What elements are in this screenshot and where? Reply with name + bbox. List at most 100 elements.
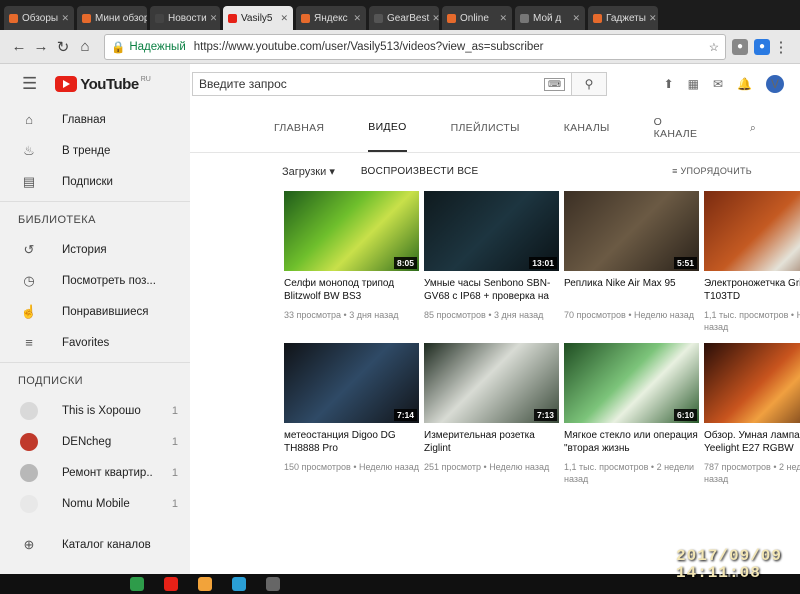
- sidebar-item[interactable]: ↺ История: [0, 234, 190, 265]
- search-button[interactable]: ⚲: [571, 72, 607, 96]
- video-title[interactable]: Умные часы Senbono SBN-GV68 с IP68 + про…: [424, 277, 559, 303]
- channel-search-icon[interactable]: ⌕: [750, 104, 756, 152]
- video-title[interactable]: Селфи монопод трипод Blitzwolf BW BS3: [284, 277, 419, 303]
- video-card[interactable]: 10:58 Обзор. Умная лампа Xiaomi Yeelight …: [704, 343, 800, 485]
- browser-tab[interactable]: Новости ✕: [150, 6, 220, 30]
- channel-tab[interactable]: КАНАЛЫ: [564, 104, 610, 152]
- video-thumbnail[interactable]: 7:14: [284, 343, 419, 423]
- photo-date: 2017/09/09: [675, 547, 782, 565]
- tab-close-icon[interactable]: ✕: [207, 13, 218, 24]
- keyboard-icon[interactable]: ⌨: [544, 77, 565, 91]
- back-icon[interactable]: ←: [8, 38, 30, 55]
- video-title[interactable]: Мягкое стекло или операция "вторая жизнь: [564, 429, 699, 455]
- notifications-bell-icon[interactable]: 🔔: [737, 77, 752, 91]
- home-button-icon[interactable]: ⌂: [74, 38, 96, 55]
- browser-tab[interactable]: Мини обзор✕: [77, 6, 147, 30]
- sidebar-item[interactable]: ♨ В тренде: [0, 135, 190, 166]
- video-card[interactable]: 5:51 Реплика Nike Air Max 95 70 просмотров…: [564, 191, 699, 333]
- channel-main: ГЛАВНАЯ ВИДЕО ПЛЕЙЛИСТЫ КАНАЛЫ О КАНАЛЕ ⌕ Заг…: [190, 104, 800, 594]
- browser-tab[interactable]: Мой д ✕: [515, 6, 585, 30]
- sidebar-item[interactable]: ☝ Понравившиеся: [0, 296, 190, 327]
- hamburger-menu-icon[interactable]: ☰: [22, 74, 37, 94]
- video-card[interactable]: 7:13 Измерительная розетка Ziglint 251 про…: [424, 343, 559, 485]
- video-thumbnail[interactable]: 6:10: [564, 343, 699, 423]
- video-duration: 5:51: [673, 257, 697, 269]
- video-title[interactable]: Реплика Nike Air Max 95: [564, 277, 699, 303]
- history-icon: ↺: [23, 241, 35, 257]
- trending-icon: ♨: [23, 142, 35, 158]
- browser-tab[interactable]: Vasily5 ✕: [223, 6, 293, 30]
- browser-tab[interactable]: Гаджеты ✕: [588, 6, 658, 30]
- tab-favicon-icon: [593, 13, 602, 23]
- video-thumbnail[interactable]: 8:05: [284, 191, 419, 271]
- tab-close-icon[interactable]: ✕: [496, 13, 507, 24]
- youtube-logo-icon[interactable]: [55, 76, 78, 92]
- sidebar-item-catalog[interactable]: ⊕ Каталог каналов: [0, 529, 190, 560]
- video-title[interactable]: Измерительная розетка Ziglint: [424, 429, 559, 455]
- sidebar-item[interactable]: ◷ Посмотреть поз...: [0, 265, 190, 296]
- youtube-logo-text[interactable]: YouTube: [80, 76, 139, 93]
- topbar-icons: ⬆ ▦ ✉ 🔔 V: [650, 75, 784, 93]
- sort-button[interactable]: ≡ УПОРЯДОЧИТЬ: [672, 166, 752, 176]
- video-card[interactable]: 7:14 метеостанция Digoo DG TH8888 Pro 150 …: [284, 343, 419, 485]
- lock-icon: 🔒: [111, 41, 126, 54]
- uploads-dropdown[interactable]: Загрузки ▾: [282, 165, 335, 178]
- forward-icon[interactable]: →: [30, 38, 52, 55]
- video-thumbnail[interactable]: 5:51: [564, 191, 699, 271]
- tab-close-icon[interactable]: ✕: [429, 13, 439, 24]
- telegram-icon[interactable]: [232, 577, 246, 591]
- video-title[interactable]: Обзор. Умная лампа Xiaomi Yeelight E27 R…: [704, 429, 800, 455]
- reload-icon[interactable]: ↻: [52, 38, 74, 56]
- video-title[interactable]: метеостанция Digoo DG TH8888 Pro: [284, 429, 419, 455]
- add-circle-icon: ⊕: [23, 536, 35, 552]
- video-thumbnail[interactable]: 7:13: [424, 343, 559, 423]
- chrome-icon[interactable]: [130, 577, 144, 591]
- messages-icon[interactable]: ✉: [713, 77, 723, 91]
- sidebar-item[interactable]: ≡ Favorites: [0, 327, 190, 358]
- browser-menu-icon[interactable]: ⋮: [770, 38, 792, 56]
- url-field[interactable]: 🔒 Надежный https://www.youtube.com/user/…: [104, 33, 726, 60]
- subscription-item[interactable]: This is Хорошо 1: [0, 395, 190, 426]
- yandex-browser-icon[interactable]: [164, 577, 178, 591]
- video-duration: 8:05: [393, 257, 417, 269]
- channel-tab[interactable]: ВИДЕО: [368, 104, 407, 152]
- browser-tab[interactable]: GearBest ✕: [369, 6, 439, 30]
- subscription-item[interactable]: DENcheg 1: [0, 426, 190, 457]
- video-thumbnail[interactable]: 13:01: [424, 191, 559, 271]
- channel-tab[interactable]: ПЛЕЙЛИСТЫ: [451, 104, 520, 152]
- video-card[interactable]: 8:05 Селфи монопод трипод Blitzwolf BW BS…: [284, 191, 419, 333]
- video-card[interactable]: 6:10 Мягкое стекло или операция "вторая ж…: [564, 343, 699, 485]
- video-title[interactable]: Электроножетчка Grinder T103TD: [704, 277, 800, 303]
- sidebar-item-label: Главная: [62, 113, 106, 126]
- video-thumbnail[interactable]: 10:58: [704, 343, 800, 423]
- extension-icon[interactable]: ●: [732, 38, 748, 55]
- browser-tab[interactable]: Яндекс ✕: [296, 6, 366, 30]
- video-thumbnail[interactable]: 7:51: [704, 191, 800, 271]
- subscription-item[interactable]: Ремонт квартир.. 1: [0, 457, 190, 488]
- play-all-button[interactable]: ВОСПРОИЗВЕСТИ ВСЕ: [361, 166, 479, 177]
- monitor-app-icon[interactable]: [266, 577, 280, 591]
- tab-close-icon[interactable]: ✕: [58, 13, 69, 24]
- channel-tab[interactable]: О КАНАЛЕ: [654, 104, 706, 152]
- url-text: https://www.youtube.com/user/Vasily513/v…: [193, 40, 544, 53]
- tab-close-icon[interactable]: ✕: [569, 13, 580, 24]
- sidebar-item[interactable]: ⌂ Главная: [0, 104, 190, 135]
- tab-close-icon[interactable]: ✕: [646, 13, 657, 24]
- colorful-app-icon[interactable]: [198, 577, 212, 591]
- user-avatar[interactable]: V: [766, 75, 784, 93]
- tab-close-icon[interactable]: ✕: [350, 13, 361, 24]
- bookmark-star-icon[interactable]: ☆: [709, 40, 719, 54]
- video-duration: 7:14: [393, 409, 417, 421]
- sidebar-item[interactable]: ▤ Подписки: [0, 166, 190, 197]
- video-card[interactable]: 13:01 Умные часы Senbono SBN-GV68 с IP68 …: [424, 191, 559, 333]
- search-input[interactable]: Введите запрос ⌨: [192, 72, 572, 96]
- video-card[interactable]: 7:51 Электроножетчка Grinder T103TD 1,1 ты…: [704, 191, 800, 333]
- upload-icon[interactable]: ⬆: [664, 77, 674, 91]
- extension-icon[interactable]: ●: [754, 38, 770, 55]
- browser-tab[interactable]: Обзоры ✕: [4, 6, 74, 30]
- channel-tab[interactable]: ГЛАВНАЯ: [274, 104, 324, 152]
- apps-icon[interactable]: ▦: [688, 77, 699, 91]
- tab-close-icon[interactable]: ✕: [277, 13, 288, 24]
- subscription-item[interactable]: Nomu Mobile 1: [0, 488, 190, 519]
- browser-tab[interactable]: Online ✕: [442, 6, 512, 30]
